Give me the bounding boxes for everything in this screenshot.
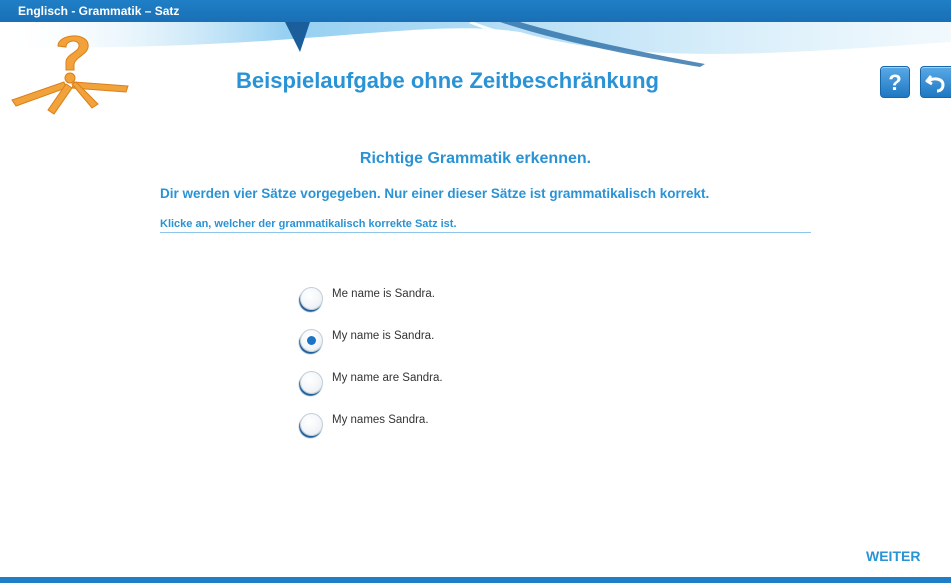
next-button[interactable]: WEITER	[866, 548, 920, 564]
option-label: My name is Sandra.	[332, 330, 435, 342]
answer-option[interactable]: My name is Sandra.	[300, 326, 560, 368]
task-hint: Klicke an, welcher der grammatikalisch k…	[160, 218, 457, 230]
undo-arrow-icon	[925, 75, 945, 93]
page-title: Beispielaufgabe ohne Zeitbeschränkung	[236, 68, 659, 93]
radio-button[interactable]	[300, 413, 323, 436]
answer-options: Me name is Sandra. My name is Sandra. My…	[300, 284, 560, 452]
answer-option[interactable]: My names Sandra.	[300, 410, 560, 452]
radio-dot	[307, 336, 316, 345]
option-label: My name are Sandra.	[332, 372, 443, 384]
option-label: My names Sandra.	[332, 414, 429, 426]
back-button[interactable]	[920, 66, 951, 98]
task-heading: Richtige Grammatik erkennen.	[359, 150, 592, 167]
radio-button[interactable]	[300, 371, 323, 394]
answer-option[interactable]: My name are Sandra.	[300, 368, 560, 410]
help-icon: ?	[888, 70, 902, 95]
answer-option[interactable]: Me name is Sandra.	[300, 284, 560, 326]
radio-button[interactable]	[300, 287, 323, 310]
question-arrows-logo	[11, 35, 129, 115]
divider	[160, 232, 811, 233]
top-title-bar: Englisch - Grammatik – Satz	[0, 0, 951, 22]
task-description: Dir werden vier Sätze vorgegeben. Nur ei…	[160, 186, 710, 201]
option-label: Me name is Sandra.	[332, 288, 435, 300]
breadcrumb: Englisch - Grammatik – Satz	[18, 4, 180, 18]
header-wave-decoration	[0, 22, 951, 67]
help-button[interactable]: ?	[880, 66, 910, 98]
bottom-bar	[0, 577, 951, 583]
radio-button-selected[interactable]	[300, 329, 323, 352]
